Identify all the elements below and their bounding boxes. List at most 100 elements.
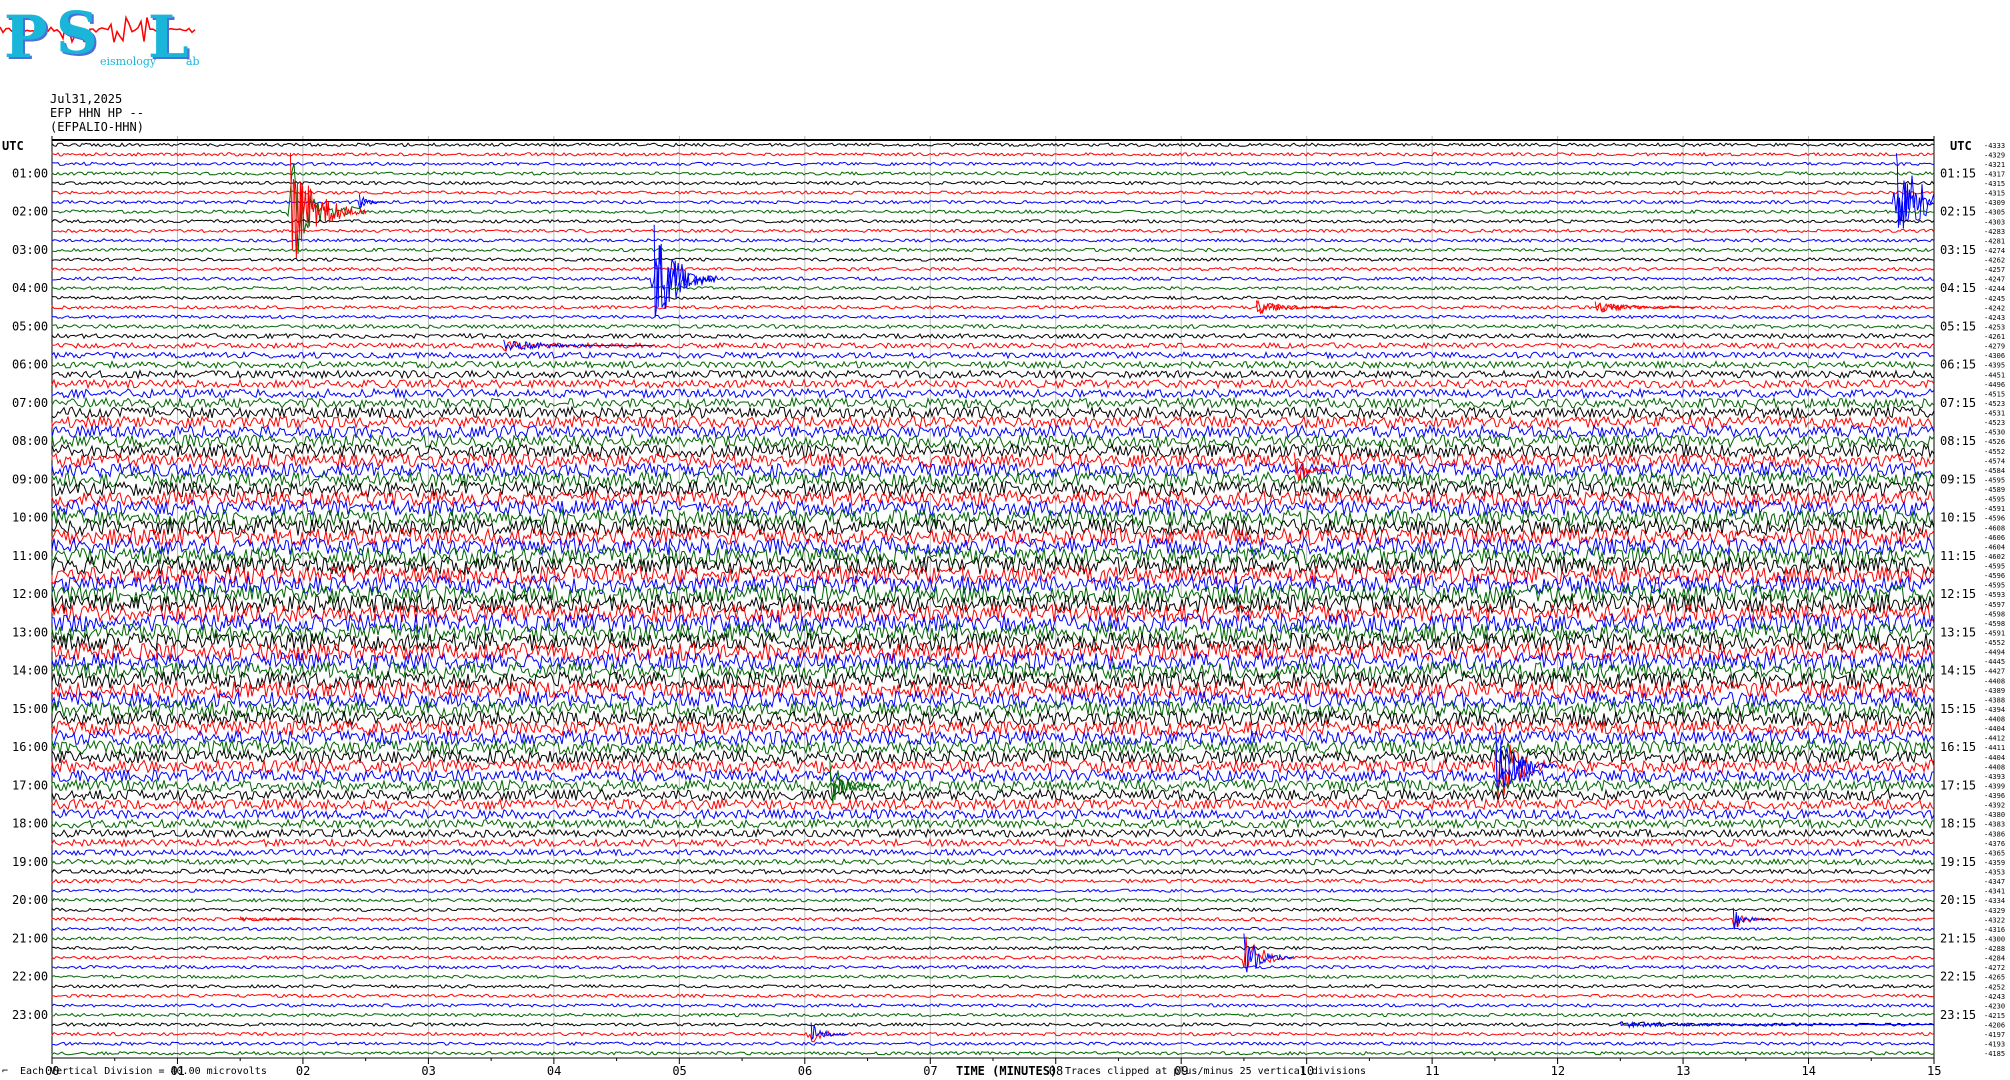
seismic-trace bbox=[51, 340, 1935, 352]
seismic-event bbox=[289, 152, 366, 259]
right-hour-label: 13:15 bbox=[1940, 625, 1976, 639]
right-hour-label: 14:15 bbox=[1940, 664, 1976, 678]
right-hour-label: 22:15 bbox=[1940, 970, 1976, 984]
seismic-trace bbox=[51, 748, 1935, 766]
right-hour-label: 12:15 bbox=[1940, 587, 1976, 601]
right-hour-label: 04:15 bbox=[1940, 281, 1976, 295]
trace-offset-label: -4393 bbox=[1984, 773, 2005, 781]
left-hour-label: 07:00 bbox=[12, 396, 48, 410]
trace-offset-label: -4243 bbox=[1984, 314, 2005, 322]
trace-offset-label: -4281 bbox=[1984, 237, 2005, 245]
x-tick-label: 12 bbox=[1551, 1064, 1565, 1078]
trace-offset-label: -4288 bbox=[1984, 945, 2005, 953]
right-hour-label: 03:15 bbox=[1940, 243, 1976, 257]
seismic-trace bbox=[51, 359, 1935, 370]
footer-left-mark: ⌐ bbox=[2, 1066, 9, 1077]
x-tick-label: 07 bbox=[923, 1064, 937, 1078]
left-hour-label: 01:00 bbox=[12, 166, 48, 180]
trace-offset-label: -4591 bbox=[1984, 629, 2005, 637]
trace-offset-label: -4389 bbox=[1984, 687, 2005, 695]
left-hour-label: 22:00 bbox=[12, 970, 48, 984]
seismic-trace bbox=[51, 237, 1935, 243]
seismic-trace bbox=[51, 151, 1935, 157]
seismic-trace bbox=[51, 314, 1935, 320]
trace-offset-label: -4242 bbox=[1984, 304, 2005, 312]
right-utc-title: UTC bbox=[1950, 139, 1972, 153]
left-hour-label: 18:00 bbox=[12, 817, 48, 831]
seismic-trace bbox=[51, 993, 1935, 999]
seismic-trace bbox=[51, 744, 1935, 798]
trace-offset-label: -4589 bbox=[1984, 486, 2005, 494]
seismic-trace bbox=[51, 670, 1935, 691]
right-hour-label: 08:15 bbox=[1940, 434, 1976, 448]
seismic-trace bbox=[51, 257, 1935, 263]
trace-offset-label: -4552 bbox=[1984, 639, 2005, 647]
trace-offset-label: -4353 bbox=[1984, 869, 2005, 877]
right-hour-label: 11:15 bbox=[1940, 549, 1976, 563]
seismic-trace bbox=[51, 1002, 1935, 1008]
trace-offset-label: -4306 bbox=[1984, 352, 2005, 360]
seismic-trace bbox=[51, 507, 1935, 528]
trace-offset-label: -4386 bbox=[1984, 830, 2005, 838]
trace-offset-label: -4257 bbox=[1984, 266, 2005, 274]
trace-offset-label: -4244 bbox=[1984, 285, 2005, 293]
left-hour-label: 16:00 bbox=[12, 740, 48, 754]
left-hour-label: 15:00 bbox=[12, 702, 48, 716]
right-hour-label: 02:15 bbox=[1940, 205, 1976, 219]
seismic-trace bbox=[51, 926, 1935, 932]
seismic-event bbox=[1619, 1020, 1934, 1029]
right-hour-label: 17:15 bbox=[1940, 778, 1976, 792]
trace-offset-label: -4494 bbox=[1984, 649, 2005, 657]
seismic-trace bbox=[51, 945, 1935, 951]
trace-offset-label: -4329 bbox=[1984, 151, 2005, 159]
trace-offset-label: -4305 bbox=[1984, 209, 2005, 217]
seismic-trace bbox=[51, 770, 1935, 796]
trace-offset-label: -4445 bbox=[1984, 658, 2005, 666]
trace-offset-label: -4261 bbox=[1984, 333, 2005, 341]
seismic-trace bbox=[51, 936, 1935, 968]
seismic-trace bbox=[51, 914, 1934, 929]
trace-offset-label: -4591 bbox=[1984, 505, 2005, 513]
seismic-trace bbox=[51, 907, 1935, 913]
seismic-trace bbox=[51, 1041, 1935, 1047]
trace-offset-label: -4595 bbox=[1984, 476, 2005, 484]
left-hour-label: 04:00 bbox=[12, 281, 48, 295]
trace-offset-label: -4279 bbox=[1984, 343, 2005, 351]
trace-offset-label: -4193 bbox=[1984, 1041, 2005, 1049]
trace-offset-label: -4427 bbox=[1984, 668, 2005, 676]
trace-offset-label: -4531 bbox=[1984, 410, 2005, 418]
trace-offset-label: -4394 bbox=[1984, 706, 2005, 714]
seismic-trace bbox=[51, 974, 1935, 980]
trace-offset-label: -4185 bbox=[1984, 1050, 2005, 1058]
trace-offset-label: -4530 bbox=[1984, 429, 2005, 437]
seismic-trace bbox=[51, 827, 1935, 839]
left-hour-label: 19:00 bbox=[12, 855, 48, 869]
left-hour-label: 02:00 bbox=[12, 205, 48, 219]
trace-offset-label: -4606 bbox=[1984, 534, 2005, 542]
seismic-trace bbox=[51, 1050, 1935, 1057]
clip-note: Traces clipped at plus/minus 25 vertical… bbox=[1065, 1066, 1367, 1077]
seismic-trace bbox=[51, 888, 1935, 894]
trace-offset-label: -4315 bbox=[1984, 190, 2005, 198]
seismic-trace bbox=[51, 1029, 1935, 1043]
seismic-trace bbox=[51, 350, 1935, 360]
seismic-trace bbox=[51, 857, 1935, 866]
trace-offset-label: -4602 bbox=[1984, 553, 2005, 561]
seismic-trace bbox=[51, 332, 1935, 340]
seismic-trace bbox=[51, 387, 1935, 400]
trace-offset-label: -4300 bbox=[1984, 935, 2005, 943]
seismic-trace bbox=[51, 878, 1935, 884]
x-tick-label: 14 bbox=[1802, 1064, 1816, 1078]
trace-offset-label: -4596 bbox=[1984, 572, 2005, 580]
seismic-trace bbox=[51, 414, 1934, 430]
trace-offset-label: -4584 bbox=[1984, 467, 2005, 475]
x-tick-label: 11 bbox=[1425, 1064, 1439, 1078]
right-hour-label: 18:15 bbox=[1940, 817, 1976, 831]
seismic-trace bbox=[51, 218, 1935, 224]
trace-offset-label: -4247 bbox=[1984, 276, 2005, 284]
trace-offset-label: -4197 bbox=[1984, 1031, 2005, 1039]
trace-offset-label: -4322 bbox=[1984, 916, 2005, 924]
seismic-trace bbox=[51, 369, 1935, 380]
trace-offset-label: -4333 bbox=[1984, 142, 2005, 150]
trace-offset-label: -4593 bbox=[1984, 591, 2005, 599]
